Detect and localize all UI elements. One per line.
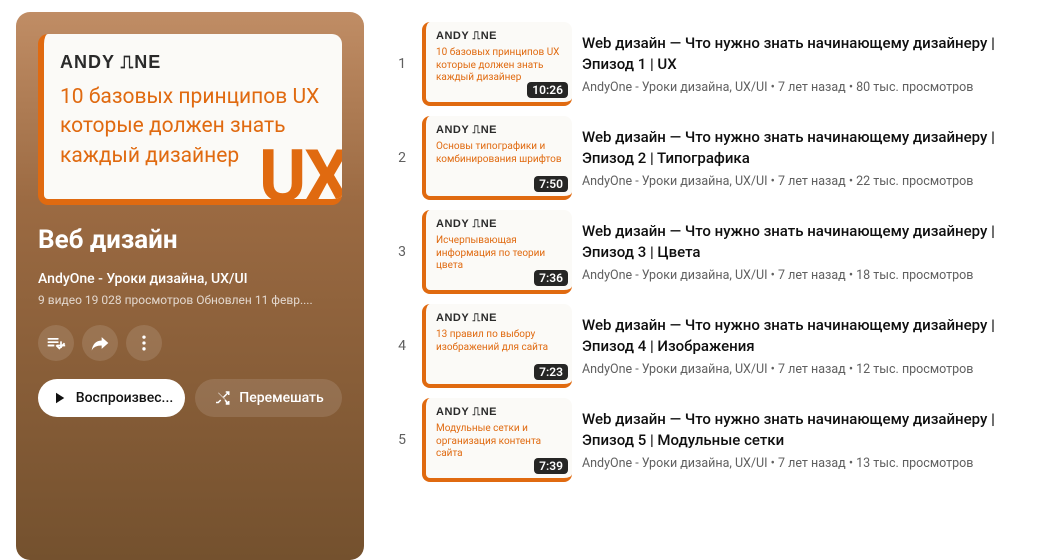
video-channel[interactable]: AndyOne - Уроки дизайна, UX/UI <box>582 362 768 377</box>
video-index: 4 <box>392 338 412 354</box>
thumb-logo: ANDY ⎍NE <box>436 30 562 43</box>
thumb-logo: ANDY ⎍NE <box>436 124 562 137</box>
play-button-label: Воспроизвес... <box>76 390 173 406</box>
video-views: 22 тыс. просмотров <box>856 174 973 189</box>
video-title[interactable]: Web дизайн — Что нужно знать начинающему… <box>582 409 1044 450</box>
playlist-panel: ANDY ⎍NE 10 базовых принципов UX которые… <box>16 12 364 560</box>
video-title[interactable]: Web дизайн — Что нужно знать начинающему… <box>582 127 1044 168</box>
video-index: 1 <box>392 56 412 72</box>
video-age: 7 лет назад <box>778 174 846 189</box>
video-row[interactable]: 2 ANDY ⎍NE Основы типографики и комбинир… <box>392 116 1044 200</box>
playlist-channel[interactable]: AndyOne - Уроки дизайна, UX/UI <box>38 271 342 287</box>
thumb-caption: Модульные сетки и организация контента с… <box>436 423 562 461</box>
video-submeta: AndyOne - Уроки дизайна, UX/UI • 7 лет н… <box>582 456 1044 471</box>
video-views: 12 тыс. просмотров <box>856 362 973 377</box>
video-age: 7 лет назад <box>778 268 846 283</box>
shuffle-button-label: Перемешать <box>239 390 323 406</box>
video-submeta: AndyOne - Уроки дизайна, UX/UI • 7 лет н… <box>582 362 1044 377</box>
video-duration: 7:36 <box>534 270 568 286</box>
playlist-add-icon <box>46 333 66 353</box>
video-views: 18 тыс. просмотров <box>856 268 973 283</box>
more-button[interactable] <box>126 325 162 361</box>
video-duration: 10:26 <box>527 82 568 98</box>
video-meta: Web дизайн — Что нужно знать начинающему… <box>582 409 1044 471</box>
playlist-hero-thumbnail[interactable]: ANDY ⎍NE 10 базовых принципов UX которые… <box>38 34 342 205</box>
video-age: 7 лет назад <box>778 362 846 377</box>
video-thumbnail[interactable]: ANDY ⎍NE 13 правил по выбору изображений… <box>422 304 572 388</box>
video-list: 1 ANDY ⎍NE 10 базовых принципов UX котор… <box>392 12 1044 560</box>
video-thumbnail[interactable]: ANDY ⎍NE 10 базовых принципов UX которые… <box>422 22 572 106</box>
video-title[interactable]: Web дизайн — Что нужно знать начинающему… <box>582 315 1044 356</box>
thumb-logo: ANDY ⎍NE <box>436 406 562 419</box>
save-playlist-button[interactable] <box>38 325 74 361</box>
video-title[interactable]: Web дизайн — Что нужно знать начинающему… <box>582 221 1044 262</box>
video-meta: Web дизайн — Что нужно знать начинающему… <box>582 33 1044 95</box>
video-age: 7 лет назад <box>778 80 846 95</box>
video-submeta: AndyOne - Уроки дизайна, UX/UI • 7 лет н… <box>582 174 1044 189</box>
video-meta: Web дизайн — Что нужно знать начинающему… <box>582 127 1044 189</box>
thumb-caption: Исчерпывающая информация по теории цвета <box>436 235 562 273</box>
video-index: 2 <box>392 150 412 166</box>
video-channel[interactable]: AndyOne - Уроки дизайна, UX/UI <box>582 456 768 471</box>
video-duration: 7:23 <box>534 364 568 380</box>
playlist-stats: 9 видео 19 028 просмотров Обновлен 11 фе… <box>38 293 342 307</box>
video-submeta: AndyOne - Уроки дизайна, UX/UI • 7 лет н… <box>582 268 1044 283</box>
video-title[interactable]: Web дизайн — Что нужно знать начинающему… <box>582 33 1044 74</box>
share-button[interactable] <box>82 325 118 361</box>
shuffle-button[interactable]: Перемешать <box>195 379 342 417</box>
video-views: 80 тыс. просмотров <box>856 80 973 95</box>
share-icon <box>90 333 110 353</box>
video-channel[interactable]: AndyOne - Уроки дизайна, UX/UI <box>582 268 768 283</box>
video-thumbnail[interactable]: ANDY ⎍NE Модульные сетки и организация к… <box>422 398 572 482</box>
video-meta: Web дизайн — Что нужно знать начинающему… <box>582 221 1044 283</box>
hero-badge: UX <box>259 134 342 205</box>
video-views: 13 тыс. просмотров <box>856 456 973 471</box>
video-thumbnail[interactable]: ANDY ⎍NE Основы типографики и комбиниров… <box>422 116 572 200</box>
thumb-logo: ANDY ⎍NE <box>436 218 562 231</box>
thumb-caption: 10 базовых принципов UX которые должен з… <box>436 47 562 85</box>
thumb-caption: Основы типографики и комбинирования шриф… <box>436 141 562 166</box>
video-row[interactable]: 4 ANDY ⎍NE 13 правил по выбору изображен… <box>392 304 1044 388</box>
video-index: 5 <box>392 432 412 448</box>
thumb-caption: 13 правил по выбору изображений для сайт… <box>436 329 562 354</box>
play-all-button[interactable]: Воспроизвес... <box>38 379 185 417</box>
playlist-main-buttons: Воспроизвес... Перемешать <box>38 379 342 417</box>
video-row[interactable]: 3 ANDY ⎍NE Исчерпывающая информация по т… <box>392 210 1044 294</box>
video-thumbnail[interactable]: ANDY ⎍NE Исчерпывающая информация по тео… <box>422 210 572 294</box>
hero-logo: ANDY ⎍NE <box>60 52 326 73</box>
playlist-title: Веб дизайн <box>38 225 342 255</box>
video-row[interactable]: 1 ANDY ⎍NE 10 базовых принципов UX котор… <box>392 22 1044 106</box>
more-vertical-icon <box>134 333 154 353</box>
shuffle-icon <box>213 389 231 407</box>
video-meta: Web дизайн — Что нужно знать начинающему… <box>582 315 1044 377</box>
video-index: 3 <box>392 244 412 260</box>
video-age: 7 лет назад <box>778 456 846 471</box>
video-duration: 7:50 <box>534 176 568 192</box>
video-duration: 7:39 <box>534 458 568 474</box>
video-channel[interactable]: AndyOne - Уроки дизайна, UX/UI <box>582 80 768 95</box>
video-row[interactable]: 5 ANDY ⎍NE Модульные сетки и организация… <box>392 398 1044 482</box>
video-channel[interactable]: AndyOne - Уроки дизайна, UX/UI <box>582 174 768 189</box>
play-icon <box>50 389 68 407</box>
video-submeta: AndyOne - Уроки дизайна, UX/UI • 7 лет н… <box>582 80 1044 95</box>
thumb-logo: ANDY ⎍NE <box>436 312 562 325</box>
playlist-actions <box>38 325 342 361</box>
